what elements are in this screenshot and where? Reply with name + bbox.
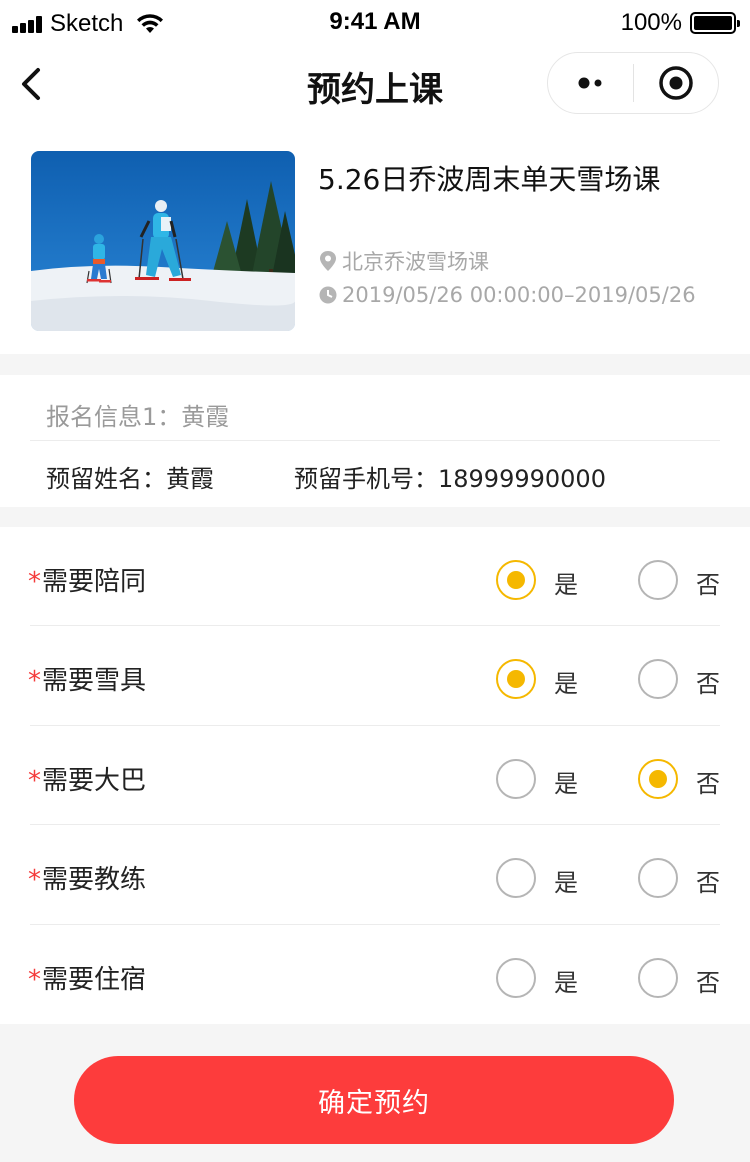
confirm-booking-button[interactable]: 确定预约	[74, 1056, 674, 1144]
target-close-icon	[659, 66, 693, 100]
option-label: *需要住宿	[28, 959, 146, 996]
required-mark: *	[28, 765, 41, 796]
radio-no[interactable]	[638, 758, 678, 799]
required-mark: *	[28, 567, 41, 597]
status-right: 100%	[620, 9, 740, 37]
battery-icon	[690, 12, 740, 34]
radio-no-label[interactable]: 否	[696, 664, 720, 699]
course-title: 5.26日乔波周末单天雪场课	[318, 163, 661, 196]
course-time-text: 2019/05/26 00:00:00–2019/05/26	[342, 283, 696, 307]
course-image	[31, 151, 295, 331]
required-mark: *	[28, 666, 41, 697]
radio-no-label[interactable]: 否	[696, 963, 720, 998]
radio-yes-label[interactable]: 是	[554, 863, 578, 898]
radio-yes[interactable]	[496, 858, 536, 899]
reserved-name: 预留姓名：黄霞	[46, 465, 214, 493]
radio-yes[interactable]	[496, 659, 536, 700]
signup-header: 报名信息1：黄霞	[46, 403, 230, 431]
option-row: *需要住宿 是 否	[0, 925, 750, 1024]
option-label-text: 需要教练	[42, 865, 147, 896]
mini-program-capsule	[547, 52, 719, 114]
radio-no[interactable]	[638, 560, 678, 600]
ski-lesson-photo	[31, 151, 295, 331]
radio-yes[interactable]	[496, 758, 536, 799]
option-row: *需要教练 是 否	[0, 825, 750, 925]
option-label: *需要雪具	[28, 660, 146, 697]
course-time: 2019/05/26 00:00:00–2019/05/26	[318, 283, 696, 307]
course-location-text: 北京乔波雪场课	[342, 250, 489, 274]
option-label-text: 需要雪具	[42, 666, 147, 697]
option-label: *需要大巴	[28, 760, 146, 797]
course-card[interactable]: 5.26日乔波周末单天雪场课 北京乔波雪场课 2019/05/26 00:00:…	[0, 128, 750, 354]
more-dots-icon	[578, 77, 601, 89]
radio-yes-label[interactable]: 是	[554, 764, 578, 799]
radio-yes-label[interactable]: 是	[554, 963, 578, 998]
close-button[interactable]	[634, 52, 718, 114]
radio-yes-label[interactable]: 是	[554, 565, 578, 600]
radio-no[interactable]	[638, 858, 678, 899]
radio-no[interactable]	[638, 957, 678, 998]
battery-percent: 100%	[620, 9, 682, 36]
option-row: *需要雪具 是 否	[0, 626, 750, 726]
status-bar: Sketch 9:41 AM 100%	[0, 0, 750, 44]
option-label-text: 需要住宿	[42, 964, 147, 995]
location-pin-icon	[320, 251, 336, 271]
option-label: *需要教练	[28, 859, 146, 896]
reserved-phone: 预留手机号：18999990000	[294, 465, 606, 493]
signup-info-card: 报名信息1：黄霞 预留姓名：黄霞 预留手机号：18999990000	[0, 375, 750, 507]
divider	[30, 440, 720, 441]
radio-yes-label[interactable]: 是	[554, 664, 578, 699]
required-mark: *	[28, 964, 41, 995]
radio-no-label[interactable]: 否	[696, 863, 720, 898]
required-mark: *	[28, 865, 41, 896]
radio-no-label[interactable]: 否	[696, 764, 720, 799]
radio-yes[interactable]	[496, 560, 536, 600]
option-row: *需要大巴 是 否	[0, 726, 750, 826]
nav-bar: 预约上课	[0, 44, 750, 128]
more-button[interactable]	[548, 52, 633, 114]
option-label-text: 需要陪同	[42, 567, 147, 597]
clock-icon	[319, 286, 337, 304]
radio-no-label[interactable]: 否	[696, 565, 720, 600]
radio-no[interactable]	[638, 659, 678, 700]
option-row: *需要陪同 是 否	[0, 527, 750, 627]
course-location: 北京乔波雪场课	[318, 246, 489, 276]
options-list: *需要陪同 是 否 *需要雪具 是 否 *需要大巴 是 否 *需要教练 是 否 …	[0, 527, 750, 1024]
radio-yes[interactable]	[496, 957, 536, 998]
option-label-text: 需要大巴	[42, 765, 147, 796]
option-label: *需要陪同	[28, 561, 146, 598]
